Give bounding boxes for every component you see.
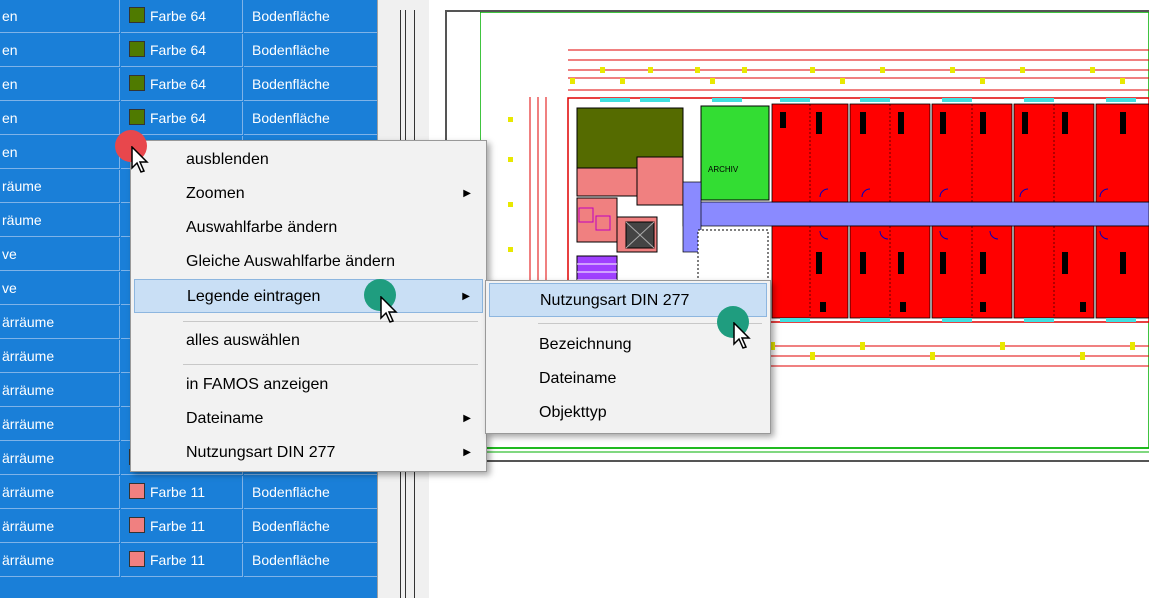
menu-item-label: Auswahlfarbe ändern <box>186 219 338 236</box>
submenu-item-objekttyp[interactable]: Objekttyp <box>489 396 767 430</box>
menu-item-auswahlfarbe-aendern[interactable]: Auswahlfarbe ändern <box>134 211 483 245</box>
cell-color: Farbe 64 <box>121 0 243 33</box>
menu-item-gleiche-auswahlfarbe-aendern[interactable]: Gleiche Auswahlfarbe ändern <box>134 245 483 279</box>
menu-item-ausblenden[interactable]: ausblenden <box>134 143 483 177</box>
color-swatch <box>129 75 145 91</box>
menu-item-legende-eintragen[interactable]: Legende eintragen ▶ <box>134 279 483 313</box>
menu-separator <box>183 321 478 322</box>
table-row[interactable]: ärräume Farbe 11 Bodenfläche <box>0 476 377 510</box>
cell-area-type: Bodenfläche <box>244 544 377 577</box>
cell-color: Farbe 11 <box>121 510 243 543</box>
color-label: Farbe 64 <box>150 42 207 58</box>
cell-area-type: Bodenfläche <box>244 0 377 33</box>
submenu-item-label: Dateiname <box>539 370 617 387</box>
cell-color: Farbe 11 <box>121 544 243 577</box>
submenu-arrow-icon: ▶ <box>463 188 471 199</box>
menu-item-dateiname[interactable]: Dateiname ▶ <box>134 402 483 436</box>
cell-room-name: ärräume <box>0 408 120 441</box>
menu-item-label: Legende eintragen <box>187 288 321 305</box>
cell-room-name: en <box>0 68 120 101</box>
corridor <box>682 201 1149 227</box>
submenu-item-label: Bezeichnung <box>539 336 632 353</box>
cell-room-name: räume <box>0 204 120 237</box>
menu-separator <box>183 364 478 365</box>
menu-item-alles-auswaehlen[interactable]: alles auswählen <box>134 324 483 358</box>
color-swatch <box>129 483 145 499</box>
menu-item-label: Gleiche Auswahlfarbe ändern <box>186 253 396 270</box>
cell-room-name: ärräume <box>0 510 120 543</box>
submenu-item-label: Nutzungsart DIN 277 <box>540 292 690 309</box>
color-swatch <box>129 517 145 533</box>
cell-area-type: Bodenfläche <box>244 510 377 543</box>
mouse-pointer-icon <box>380 296 398 323</box>
color-label: Farbe 11 <box>150 518 205 534</box>
menu-item-zoomen[interactable]: Zoomen ▶ <box>134 177 483 211</box>
table-row[interactable]: en Farbe 64 Bodenfläche <box>0 68 377 102</box>
table-row[interactable]: ärräume Farbe 11 Bodenfläche <box>0 544 377 578</box>
mouse-pointer-icon <box>131 146 149 173</box>
menu-item-label: ausblenden <box>186 151 269 168</box>
menu-item-label: Nutzungsart DIN 277 <box>186 444 336 461</box>
color-swatch <box>129 551 145 567</box>
menu-item-label: Dateiname <box>186 410 264 427</box>
cell-room-name: ärräume <box>0 306 120 339</box>
color-label: Farbe 64 <box>150 76 207 92</box>
archive-label: ARCHIV <box>708 165 739 174</box>
cell-room-name: ärräume <box>0 544 120 577</box>
menu-item-label: Zoomen <box>186 185 245 202</box>
submenu-arrow-icon: ▶ <box>462 291 470 302</box>
menu-item-label: alles auswählen <box>186 332 300 349</box>
cell-room-name: räume <box>0 170 120 203</box>
cell-room-name: ärräume <box>0 374 120 407</box>
cell-room-name: ve <box>0 272 120 305</box>
color-label: Farbe 64 <box>150 110 207 126</box>
cell-room-name: en <box>0 34 120 67</box>
legend-submenu: Nutzungsart DIN 277 Bezeichnung Dateinam… <box>485 280 771 434</box>
color-swatch <box>129 41 145 57</box>
cell-room-name: en <box>0 0 120 33</box>
submenu-item-dateiname[interactable]: Dateiname <box>489 362 767 396</box>
table-row[interactable]: en Farbe 64 Bodenfläche <box>0 0 377 34</box>
cell-room-name: ärräume <box>0 476 120 509</box>
cell-color: Farbe 11 <box>121 476 243 509</box>
cell-area-type: Bodenfläche <box>244 68 377 101</box>
table-row[interactable]: en Farbe 64 Bodenfläche <box>0 102 377 136</box>
mouse-pointer-icon <box>733 322 751 349</box>
cell-room-name: ve <box>0 238 120 271</box>
cell-area-type: Bodenfläche <box>244 102 377 135</box>
cell-room-name: en <box>0 102 120 135</box>
context-menu: ausblenden Zoomen ▶ Auswahlfarbe ändern G… <box>130 140 487 472</box>
cell-area-type: Bodenfläche <box>244 476 377 509</box>
submenu-arrow-icon: ▶ <box>463 447 471 458</box>
color-label: Farbe 64 <box>150 8 207 24</box>
color-label: Farbe 11 <box>150 484 205 500</box>
menu-item-in-famos-anzeigen[interactable]: in FAMOS anzeigen <box>134 368 483 402</box>
cell-room-name: ärräume <box>0 340 120 373</box>
cell-color: Farbe 64 <box>121 68 243 101</box>
table-row[interactable]: ärräume Farbe 11 Bodenfläche <box>0 510 377 544</box>
room-archive <box>700 105 770 201</box>
cell-room-name: en <box>0 136 120 169</box>
color-label: Farbe 11 <box>150 552 205 568</box>
table-row[interactable]: en Farbe 64 Bodenfläche <box>0 34 377 68</box>
menu-item-nutzungsart[interactable]: Nutzungsart DIN 277 ▶ <box>134 436 483 470</box>
submenu-item-label: Objekttyp <box>539 404 607 421</box>
cell-room-name: ärräume <box>0 442 120 475</box>
menu-item-label: in FAMOS anzeigen <box>186 376 329 393</box>
color-swatch <box>129 7 145 23</box>
cell-color: Farbe 64 <box>121 34 243 67</box>
cell-area-type: Bodenfläche <box>244 34 377 67</box>
cell-color: Farbe 64 <box>121 102 243 135</box>
submenu-arrow-icon: ▶ <box>463 413 471 424</box>
color-swatch <box>129 109 145 125</box>
